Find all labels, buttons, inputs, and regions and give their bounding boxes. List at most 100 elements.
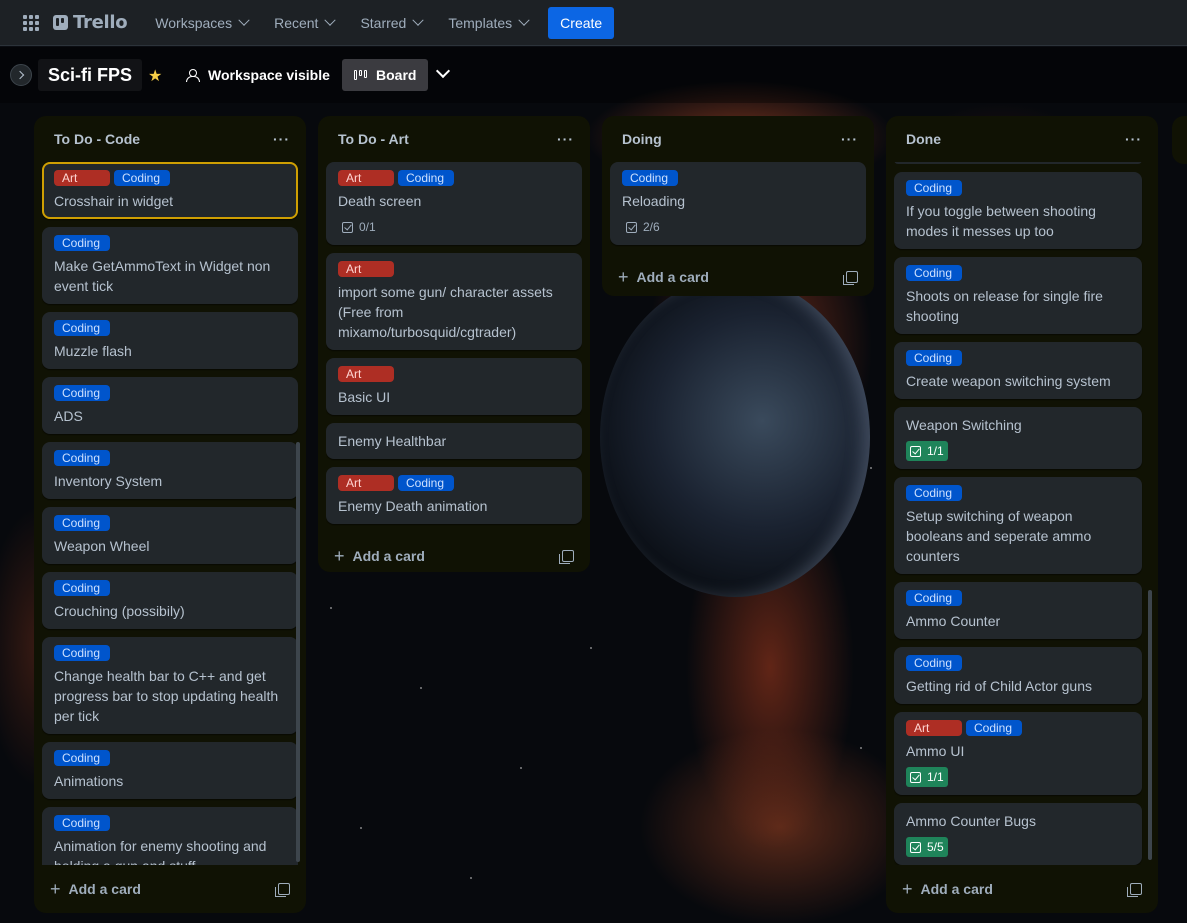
label-coding[interactable]: Coding xyxy=(906,180,962,196)
list-menu-icon[interactable]: ··· xyxy=(841,131,858,147)
list-header[interactable]: Doing ··· xyxy=(610,116,866,162)
label-art[interactable]: Art xyxy=(338,261,394,277)
list-scrollbar[interactable] xyxy=(1148,590,1152,860)
label-coding[interactable]: Coding xyxy=(54,580,110,596)
next-list-edge[interactable] xyxy=(1172,116,1187,164)
checklist-badge: 1/1 xyxy=(906,441,948,461)
card[interactable]: Coding Change health bar to C++ and get … xyxy=(42,637,298,734)
card[interactable]: Enemy Healthbar xyxy=(326,423,582,459)
label-coding[interactable]: Coding xyxy=(54,645,110,661)
add-card-button[interactable]: + Add a card xyxy=(610,253,866,301)
label-art[interactable]: Art xyxy=(338,366,394,382)
card[interactable]: Art Coding Crosshair in widget xyxy=(42,162,298,219)
list-menu-icon[interactable]: ··· xyxy=(1125,131,1142,147)
add-card-label: Add a card xyxy=(636,269,709,285)
card[interactable]: Coding Make GetAmmoText in Widget non ev… xyxy=(42,227,298,304)
card[interactable]: Coding Create weapon switching system xyxy=(894,342,1142,399)
label-coding[interactable]: Coding xyxy=(906,350,962,366)
label-art[interactable]: Art xyxy=(54,170,110,186)
card[interactable]: Coding Setup switching of weapon boolean… xyxy=(894,477,1142,574)
board-title[interactable]: Sci-fi FPS xyxy=(38,59,143,91)
list-header[interactable]: Done ··· xyxy=(894,116,1150,162)
sidebar-toggle-icon[interactable] xyxy=(10,64,32,86)
list-menu-icon[interactable]: ··· xyxy=(557,131,574,147)
card[interactable]: Art Basic UI xyxy=(326,358,582,415)
label-coding[interactable]: Coding xyxy=(54,450,110,466)
card[interactable]: Coding ADS xyxy=(42,377,298,434)
card-partially-hidden xyxy=(894,162,1142,164)
card-list: Art Coding Death screen 0/1 Art import so… xyxy=(326,162,582,532)
add-card-button[interactable]: + Add a card xyxy=(326,532,582,580)
label-coding[interactable]: Coding xyxy=(966,720,1022,736)
card[interactable]: Coding Muzzle flash xyxy=(42,312,298,369)
list-header[interactable]: To Do - Code ··· xyxy=(42,116,298,162)
add-card-button[interactable]: + Add a card xyxy=(894,865,1150,913)
list-done: Done ··· Coding If you toggle between sh… xyxy=(886,116,1158,913)
card[interactable]: Art import some gun/ character assets (F… xyxy=(326,253,582,350)
chevron-down-icon xyxy=(324,14,337,26)
card[interactable]: Coding Getting rid of Child Actor guns xyxy=(894,647,1142,704)
list-menu-icon[interactable]: ··· xyxy=(273,131,290,147)
checklist-count: 0/1 xyxy=(359,220,376,234)
label-coding[interactable]: Coding xyxy=(54,235,110,251)
label-coding[interactable]: Coding xyxy=(114,170,170,186)
star-icon[interactable]: ★ xyxy=(148,66,162,86)
card[interactable]: Coding Animation for enemy shooting and … xyxy=(42,807,298,865)
label-coding[interactable]: Coding xyxy=(906,265,962,281)
create-from-template-icon[interactable] xyxy=(1127,883,1142,897)
card[interactable]: Coding Weapon Wheel xyxy=(42,507,298,564)
label-art[interactable]: Art xyxy=(906,720,962,736)
label-coding[interactable]: Coding xyxy=(54,320,110,336)
card[interactable]: Coding Reloading 2/6 xyxy=(610,162,866,245)
create-from-template-icon[interactable] xyxy=(275,883,290,897)
board-view-button[interactable]: Board xyxy=(342,59,429,91)
visibility-button[interactable]: Workspace visible xyxy=(186,59,330,91)
label-coding[interactable]: Coding xyxy=(398,170,454,186)
card[interactable]: Art Coding Death screen 0/1 xyxy=(326,162,582,245)
trello-logo[interactable]: Trello xyxy=(53,12,128,33)
card[interactable]: Coding Ammo Counter xyxy=(894,582,1142,639)
label-coding[interactable]: Coding xyxy=(906,485,962,501)
card-title: Reloading xyxy=(622,193,686,209)
label-coding[interactable]: Coding xyxy=(906,590,962,606)
card[interactable]: Weapon Switching 1/1 xyxy=(894,407,1142,469)
card[interactable]: Ammo Counter Bugs 5/5 xyxy=(894,803,1142,865)
templates-label: Templates xyxy=(448,14,513,31)
templates-menu[interactable]: Templates xyxy=(438,7,538,39)
add-card-button[interactable]: + Add a card xyxy=(42,865,298,913)
starred-menu[interactable]: Starred xyxy=(350,7,432,39)
card[interactable]: Art Coding Enemy Death animation xyxy=(326,467,582,524)
label-coding[interactable]: Coding xyxy=(54,750,110,766)
label-coding[interactable]: Coding xyxy=(54,515,110,531)
label-coding[interactable]: Coding xyxy=(906,655,962,671)
list-header[interactable]: To Do - Art ··· xyxy=(326,116,582,162)
card-title: import some gun/ character assets (Free … xyxy=(338,284,553,340)
add-card-label: Add a card xyxy=(68,881,141,897)
recent-menu[interactable]: Recent xyxy=(264,7,344,39)
card[interactable]: Coding Crouching (possibily) xyxy=(42,572,298,629)
list-title: Done xyxy=(906,131,941,147)
label-coding[interactable]: Coding xyxy=(54,815,110,831)
card-title: Ammo UI xyxy=(906,743,965,759)
people-icon xyxy=(186,69,200,82)
chevron-down-icon xyxy=(238,14,250,26)
card[interactable]: Coding Inventory System xyxy=(42,442,298,499)
create-from-template-icon[interactable] xyxy=(559,550,574,564)
label-coding[interactable]: Coding xyxy=(398,475,454,491)
workspaces-label: Workspaces xyxy=(155,14,233,31)
label-art[interactable]: Art xyxy=(338,170,394,186)
label-art[interactable]: Art xyxy=(338,475,394,491)
card[interactable]: Art Coding Ammo UI 1/1 xyxy=(894,712,1142,795)
card[interactable]: Coding Animations xyxy=(42,742,298,799)
app-switcher-icon[interactable] xyxy=(17,9,45,37)
create-from-template-icon[interactable] xyxy=(843,271,858,285)
workspaces-menu[interactable]: Workspaces xyxy=(145,7,258,39)
board-icon xyxy=(354,70,368,80)
label-coding[interactable]: Coding xyxy=(54,385,110,401)
card[interactable]: Coding If you toggle between shooting mo… xyxy=(894,172,1142,249)
create-button[interactable]: Create xyxy=(548,6,615,39)
list-scrollbar[interactable] xyxy=(296,442,300,862)
card[interactable]: Coding Shoots on release for single fire… xyxy=(894,257,1142,334)
label-coding[interactable]: Coding xyxy=(622,170,678,186)
card-title: Ammo Counter xyxy=(906,613,1001,629)
